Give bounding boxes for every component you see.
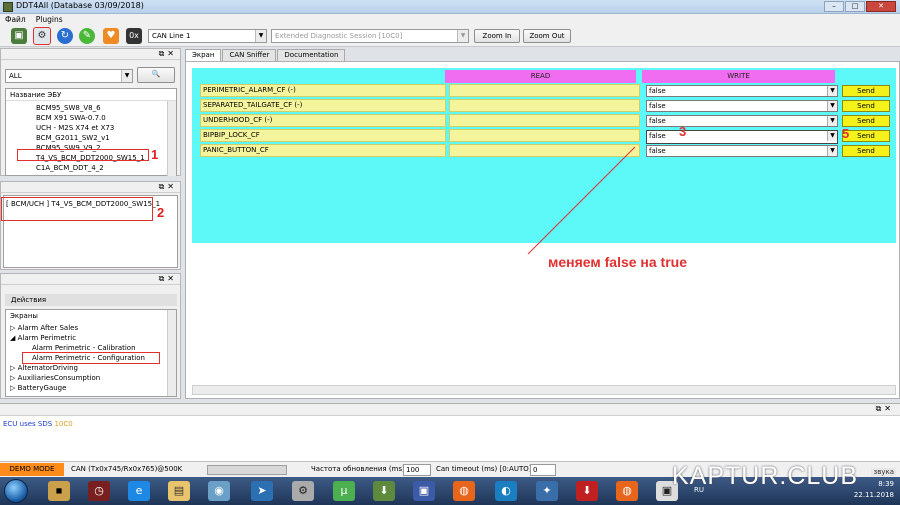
network-icon[interactable]: ✦ [536, 481, 558, 501]
ecu-item[interactable]: BCM X91 SWA-0.7.0 [36, 114, 106, 123]
ecu-item[interactable]: C1A_BCM_DDT_4_2 [36, 164, 104, 173]
chevron-down-icon: ▼ [457, 30, 468, 42]
tree-item: ▷ AlternatorDriving [10, 364, 78, 372]
highlight-box [1, 197, 153, 221]
annotation-1: 1 [151, 147, 159, 162]
watermark: KAPTUR.CLUB [672, 462, 859, 490]
window-title: DDT4All (Database 03/09/2018) [16, 1, 144, 10]
scrollbar[interactable] [167, 101, 176, 176]
panel-controls-icon[interactable]: ⧉✕ [876, 404, 894, 414]
title-bar: DDT4All (Database 03/09/2018) – □ ✕ [0, 0, 900, 14]
search-ecu-button[interactable]: 🔍 [137, 67, 175, 83]
progress-bar [207, 465, 287, 475]
annotation-5: 5 [842, 126, 850, 141]
tree-item: ▷ Alarm After Sales [10, 324, 79, 332]
toolbar: ▣ ⚙ ↻ ✎ ♥ 0x CAN Line 1 ▼ Extended Diagno… [0, 25, 900, 47]
firefox-icon[interactable]: ◍ [453, 481, 475, 501]
zoom-out-button[interactable]: Zoom Out [523, 29, 571, 43]
annotation-note: меняем false на true [548, 254, 687, 270]
download-icon[interactable]: ⬇ [373, 481, 395, 501]
gear-icon[interactable]: ⚙ [292, 481, 314, 501]
refresh-label: Частота обновления (ms): [311, 465, 408, 473]
expand-icon: ▷ [10, 374, 18, 382]
clock-icon[interactable]: ◷ [88, 481, 110, 501]
expand-icon: ▷ [10, 364, 18, 372]
screens-header: Экраны [10, 312, 38, 320]
ecu-item[interactable]: BCM_G2011_SW2_v1 [36, 134, 110, 143]
panel-controls-icon[interactable]: ⧉✕ [159, 49, 177, 59]
screen-area: READ WRITE PERIMETRIC_ALARM_CF (-) false… [185, 61, 900, 399]
log-panel: ⧉✕ ECU uses SDS 10C0 [0, 403, 900, 461]
can-line-select[interactable]: CAN Line 1 ▼ [148, 29, 267, 43]
refresh-input[interactable]: 100 [403, 464, 431, 476]
menu-plugins[interactable]: Plugins [36, 14, 63, 25]
hex-icon[interactable]: 0x [126, 28, 142, 44]
ecu-list-header: Название ЭБУ [6, 89, 176, 101]
timeout-input[interactable]: 0 [530, 464, 556, 476]
timeout-label: Can timeout (ms) [0:AUTO] : [436, 465, 537, 473]
system-tray: RU 8:39 22.11.2018 [694, 479, 894, 501]
ecu-filter-select[interactable]: ALL ▼ [5, 69, 133, 83]
zoom-in-button[interactable]: Zoom In [474, 29, 520, 43]
heart-icon[interactable]: ♥ [103, 28, 119, 44]
scrollbar[interactable] [167, 310, 176, 396]
save-icon[interactable]: ▣ [413, 481, 435, 501]
ecu-scan-icon[interactable]: ⚙ [33, 27, 51, 45]
torrent-icon[interactable]: µ [333, 481, 355, 501]
can-status: CAN (Tx0x745/Rx0x765)@500K [71, 465, 183, 473]
actions-header: Действия [5, 294, 177, 306]
ecu-item[interactable]: BCM95_SW8_V8_6 [36, 104, 101, 113]
collapse-icon: ◢ [10, 334, 18, 342]
monitor-icon[interactable]: ▣ [11, 28, 27, 44]
panel-controls-icon[interactable]: ⧉✕ [159, 182, 177, 192]
edge-icon[interactable]: ◐ [495, 481, 517, 501]
connect-icon[interactable]: ✎ [79, 28, 95, 44]
browser-icon[interactable]: e [128, 481, 150, 501]
log-line: ECU uses SDS 10C0 [3, 420, 73, 428]
ecu-item[interactable]: UCH - M2S X74 et X73 [36, 124, 114, 133]
eye-icon[interactable]: ◉ [208, 481, 230, 501]
maximize-button[interactable]: □ [845, 1, 865, 12]
menu-bar: Файл Plugins [0, 14, 900, 25]
tree-item: ▷ AuxiliariesConsumption [10, 374, 101, 382]
ecu-list: Название ЭБУ BCM95_SW8_V8_6 BCM X91 SWA-… [5, 88, 177, 176]
tab-can-sniffer[interactable]: CAN Sniffer [222, 49, 277, 61]
highlight-box [22, 352, 160, 364]
session-select[interactable]: Extended Diagnostic Session [10C0] ▼ [271, 29, 469, 43]
tray-tooltip: звука [871, 468, 896, 476]
panel-controls-icon[interactable]: ⧉✕ [159, 274, 177, 284]
minimize-button[interactable]: – [824, 1, 844, 12]
expand-icon: ▷ [10, 324, 18, 332]
horizontal-scrollbar[interactable] [192, 385, 896, 395]
chevron-down-icon: ▼ [121, 70, 132, 82]
download-manager-icon[interactable]: ⬇ [576, 481, 598, 501]
expand-icon: ▷ [10, 384, 18, 392]
refresh-icon[interactable]: ↻ [57, 28, 73, 44]
menu-file[interactable]: Файл [5, 14, 26, 25]
annotation-2: 2 [157, 205, 165, 220]
app-icon[interactable]: ◼ [48, 481, 70, 501]
tab-screen[interactable]: Экран [185, 49, 222, 61]
start-button[interactable] [4, 479, 28, 503]
folder-icon[interactable]: ▤ [168, 481, 190, 501]
selected-ecu-panel: ⧉✕ [ BCM/UCH ] T4_VS_BCM_DDT2000_SW15_1 [0, 181, 181, 270]
tab-bar: Экран CAN Sniffer Documentation [185, 49, 346, 61]
firefox-icon-2[interactable]: ◍ [616, 481, 638, 501]
actions-panel: ⧉✕ Действия Экраны ▷ Alarm After Sales ◢… [0, 273, 181, 399]
demo-mode-badge: DEMO MODE [0, 463, 64, 476]
annotation-arrow [527, 146, 636, 255]
annotation-3: 3 [679, 124, 687, 139]
close-button[interactable]: ✕ [866, 1, 896, 12]
tab-documentation[interactable]: Documentation [277, 49, 346, 61]
app-icon [3, 2, 13, 12]
tree-item: ◢ Alarm Perimetric [10, 334, 77, 342]
tray-time[interactable]: 8:39 [854, 479, 894, 490]
chevron-down-icon: ▼ [255, 30, 266, 42]
highlight-box [17, 149, 149, 161]
tray-date[interactable]: 22.11.2018 [854, 490, 894, 501]
tree-item: ▷ BatteryGauge [10, 384, 67, 392]
telegram-icon[interactable]: ➤ [251, 481, 273, 501]
